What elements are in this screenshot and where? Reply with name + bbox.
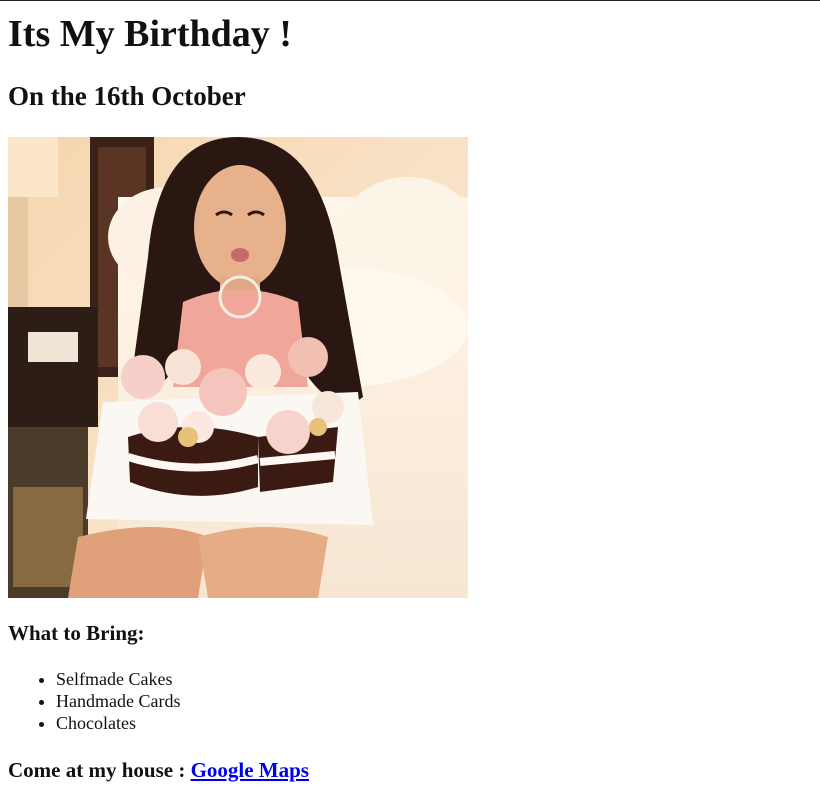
bring-heading: What to Bring:: [8, 621, 145, 645]
birthday-photo: [8, 137, 468, 598]
top-border: [0, 0, 820, 1]
list-item: Selfmade Cakes: [56, 668, 180, 690]
list-item: Chocolates: [56, 712, 180, 734]
bring-list: Selfmade Cakes Handmade Cards Chocolates: [8, 668, 180, 734]
google-maps-link[interactable]: Google Maps: [191, 758, 309, 782]
list-item: Handmade Cards: [56, 690, 180, 712]
event-date: On the 16th October: [8, 81, 246, 111]
location-line: Come at my house : Google Maps: [8, 756, 309, 784]
page-title: Its My Birthday !: [8, 13, 292, 55]
location-label: Come at my house :: [8, 758, 191, 782]
birthday-photo-illustration: [8, 137, 468, 598]
